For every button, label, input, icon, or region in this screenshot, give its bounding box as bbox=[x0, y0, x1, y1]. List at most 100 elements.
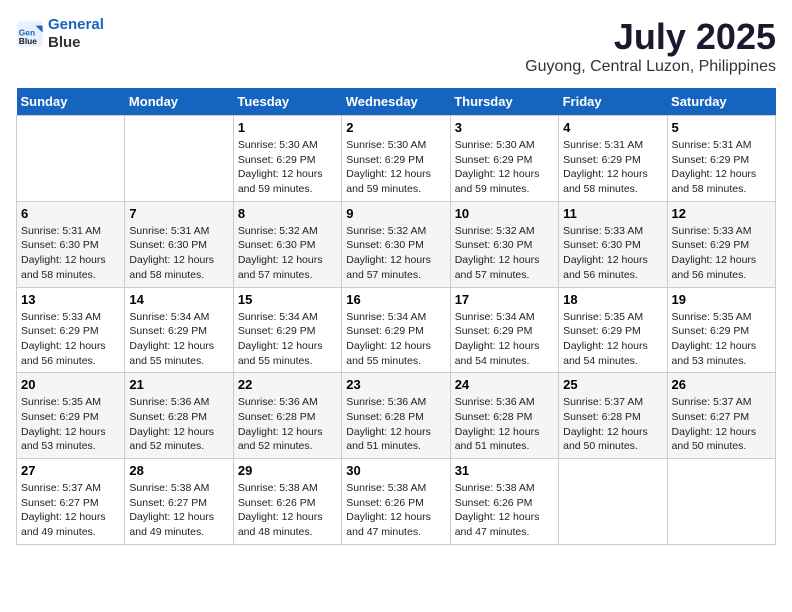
day-number: 22 bbox=[238, 377, 337, 392]
day-of-week-cell: Wednesday bbox=[342, 88, 450, 116]
day-number: 23 bbox=[346, 377, 445, 392]
day-of-week-cell: Sunday bbox=[17, 88, 125, 116]
day-number: 10 bbox=[455, 206, 554, 221]
day-info: Sunrise: 5:36 AM Sunset: 6:28 PM Dayligh… bbox=[455, 395, 554, 454]
calendar-week-row: 20 Sunrise: 5:35 AM Sunset: 6:29 PM Dayli… bbox=[17, 373, 776, 459]
calendar-day-cell bbox=[125, 116, 233, 202]
day-number: 6 bbox=[21, 206, 120, 221]
calendar-day-cell: 5Sunrise: 5:31 AM Sunset: 6:29 PM Daylig… bbox=[667, 116, 775, 202]
day-info: Sunrise: 5:38 AM Sunset: 6:26 PM Dayligh… bbox=[346, 481, 445, 540]
day-info: Sunrise: 5:36 AM Sunset: 6:28 PM Dayligh… bbox=[129, 395, 228, 454]
calendar-day-cell: 10 Sunrise: 5:32 AM Sunset: 6:30 PM Dayli… bbox=[450, 201, 558, 287]
calendar-day-cell: 9 Sunrise: 5:32 AM Sunset: 6:30 PM Daylig… bbox=[342, 201, 450, 287]
day-info: Sunrise: 5:38 AM Sunset: 6:26 PM Dayligh… bbox=[455, 481, 554, 540]
day-info: Sunrise: 5:33 AM Sunset: 6:29 PM Dayligh… bbox=[672, 224, 771, 283]
day-info: Sunrise: 5:31 AM Sunset: 6:30 PM Dayligh… bbox=[129, 224, 228, 283]
day-number: 13 bbox=[21, 292, 120, 307]
day-number: 17 bbox=[455, 292, 554, 307]
day-info: Sunrise: 5:36 AM Sunset: 6:28 PM Dayligh… bbox=[346, 395, 445, 454]
day-number: 27 bbox=[21, 463, 120, 478]
calendar-week-row: 1 Sunrise: 5:30 AM Sunset: 6:29 PM Daylig… bbox=[17, 116, 776, 202]
calendar-day-cell: 2 Sunrise: 5:30 AM Sunset: 6:29 PM Daylig… bbox=[342, 116, 450, 202]
calendar-week-row: 27 Sunrise: 5:37 AM Sunset: 6:27 PM Dayli… bbox=[17, 459, 776, 545]
day-info: Sunrise: 5:30 AM Sunset: 6:29 PM Dayligh… bbox=[455, 138, 554, 197]
calendar-day-cell: 28 Sunrise: 5:38 AM Sunset: 6:27 PM Dayli… bbox=[125, 459, 233, 545]
calendar-day-cell: 1 Sunrise: 5:30 AM Sunset: 6:29 PM Daylig… bbox=[233, 116, 341, 202]
calendar-day-cell: 20 Sunrise: 5:35 AM Sunset: 6:29 PM Dayli… bbox=[17, 373, 125, 459]
day-info: Sunrise: 5:35 AM Sunset: 6:29 PM Dayligh… bbox=[21, 395, 120, 454]
day-of-week-cell: Friday bbox=[559, 88, 667, 116]
day-info: Sunrise: 5:32 AM Sunset: 6:30 PM Dayligh… bbox=[455, 224, 554, 283]
day-number: 7 bbox=[129, 206, 228, 221]
calendar-day-cell: 30 Sunrise: 5:38 AM Sunset: 6:26 PM Dayli… bbox=[342, 459, 450, 545]
calendar-day-cell: 19Sunrise: 5:35 AM Sunset: 6:29 PM Dayli… bbox=[667, 287, 775, 373]
day-number: 2 bbox=[346, 120, 445, 135]
day-number: 5 bbox=[672, 120, 771, 135]
day-info: Sunrise: 5:37 AM Sunset: 6:27 PM Dayligh… bbox=[21, 481, 120, 540]
day-of-week-cell: Saturday bbox=[667, 88, 775, 116]
day-info: Sunrise: 5:34 AM Sunset: 6:29 PM Dayligh… bbox=[129, 310, 228, 369]
svg-text:Blue: Blue bbox=[19, 36, 37, 46]
day-info: Sunrise: 5:37 AM Sunset: 6:28 PM Dayligh… bbox=[563, 395, 662, 454]
calendar-day-cell: 6Sunrise: 5:31 AM Sunset: 6:30 PM Daylig… bbox=[17, 201, 125, 287]
day-number: 28 bbox=[129, 463, 228, 478]
day-info: Sunrise: 5:35 AM Sunset: 6:29 PM Dayligh… bbox=[563, 310, 662, 369]
day-info: Sunrise: 5:33 AM Sunset: 6:30 PM Dayligh… bbox=[563, 224, 662, 283]
day-of-week-cell: Monday bbox=[125, 88, 233, 116]
day-number: 25 bbox=[563, 377, 662, 392]
day-info: Sunrise: 5:33 AM Sunset: 6:29 PM Dayligh… bbox=[21, 310, 120, 369]
day-of-week-header: SundayMondayTuesdayWednesdayThursdayFrid… bbox=[17, 88, 776, 116]
day-info: Sunrise: 5:37 AM Sunset: 6:27 PM Dayligh… bbox=[672, 395, 771, 454]
calendar-table: SundayMondayTuesdayWednesdayThursdayFrid… bbox=[16, 88, 776, 545]
day-number: 21 bbox=[129, 377, 228, 392]
day-info: Sunrise: 5:34 AM Sunset: 6:29 PM Dayligh… bbox=[455, 310, 554, 369]
day-number: 9 bbox=[346, 206, 445, 221]
day-number: 26 bbox=[672, 377, 771, 392]
day-info: Sunrise: 5:30 AM Sunset: 6:29 PM Dayligh… bbox=[238, 138, 337, 197]
day-info: Sunrise: 5:36 AM Sunset: 6:28 PM Dayligh… bbox=[238, 395, 337, 454]
logo-icon: Gen Blue bbox=[16, 20, 44, 48]
day-info: Sunrise: 5:32 AM Sunset: 6:30 PM Dayligh… bbox=[238, 224, 337, 283]
calendar-day-cell: 31 Sunrise: 5:38 AM Sunset: 6:26 PM Dayli… bbox=[450, 459, 558, 545]
calendar-day-cell: 18 Sunrise: 5:35 AM Sunset: 6:29 PM Dayli… bbox=[559, 287, 667, 373]
logo-text: GeneralBlue bbox=[48, 16, 104, 52]
day-number: 18 bbox=[563, 292, 662, 307]
calendar-day-cell: 13 Sunrise: 5:33 AM Sunset: 6:29 PM Dayli… bbox=[17, 287, 125, 373]
calendar-day-cell bbox=[559, 459, 667, 545]
day-info: Sunrise: 5:32 AM Sunset: 6:30 PM Dayligh… bbox=[346, 224, 445, 283]
calendar-day-cell: 24Sunrise: 5:36 AM Sunset: 6:28 PM Dayli… bbox=[450, 373, 558, 459]
day-number: 3 bbox=[455, 120, 554, 135]
day-number: 4 bbox=[563, 120, 662, 135]
day-of-week-cell: Tuesday bbox=[233, 88, 341, 116]
day-info: Sunrise: 5:30 AM Sunset: 6:29 PM Dayligh… bbox=[346, 138, 445, 197]
day-number: 11 bbox=[563, 206, 662, 221]
calendar-day-cell: 23 Sunrise: 5:36 AM Sunset: 6:28 PM Dayli… bbox=[342, 373, 450, 459]
calendar-week-row: 6 Sunrise: 5:31 AM Sunset: 6:30 PM Daylig… bbox=[17, 201, 776, 287]
day-number: 30 bbox=[346, 463, 445, 478]
day-number: 31 bbox=[455, 463, 554, 478]
day-number: 29 bbox=[238, 463, 337, 478]
calendar-day-cell: 14 Sunrise: 5:34 AM Sunset: 6:29 PM Dayli… bbox=[125, 287, 233, 373]
day-info: Sunrise: 5:31 AM Sunset: 6:29 PM Dayligh… bbox=[563, 138, 662, 197]
calendar-day-cell: 16Sunrise: 5:34 AM Sunset: 6:29 PM Dayli… bbox=[342, 287, 450, 373]
calendar-day-cell: 22 Sunrise: 5:36 AM Sunset: 6:28 PM Dayli… bbox=[233, 373, 341, 459]
calendar-day-cell: 27 Sunrise: 5:37 AM Sunset: 6:27 PM Dayli… bbox=[17, 459, 125, 545]
day-number: 14 bbox=[129, 292, 228, 307]
calendar-week-row: 13 Sunrise: 5:33 AM Sunset: 6:29 PM Dayli… bbox=[17, 287, 776, 373]
day-info: Sunrise: 5:38 AM Sunset: 6:27 PM Dayligh… bbox=[129, 481, 228, 540]
day-of-week-cell: Thursday bbox=[450, 88, 558, 116]
calendar-day-cell: 26 Sunrise: 5:37 AM Sunset: 6:27 PM Dayli… bbox=[667, 373, 775, 459]
page-header: Gen Blue GeneralBlue July 2025 Guyong, C… bbox=[16, 16, 776, 76]
calendar-day-cell: 11 Sunrise: 5:33 AM Sunset: 6:30 PM Dayli… bbox=[559, 201, 667, 287]
subtitle: Guyong, Central Luzon, Philippines bbox=[525, 58, 776, 76]
title-block: July 2025 Guyong, Central Luzon, Philipp… bbox=[525, 16, 776, 76]
calendar-day-cell: 17 Sunrise: 5:34 AM Sunset: 6:29 PM Dayli… bbox=[450, 287, 558, 373]
calendar-day-cell: 15 Sunrise: 5:34 AM Sunset: 6:29 PM Dayli… bbox=[233, 287, 341, 373]
day-number: 20 bbox=[21, 377, 120, 392]
logo: Gen Blue GeneralBlue bbox=[16, 16, 104, 52]
day-number: 16 bbox=[346, 292, 445, 307]
day-number: 1 bbox=[238, 120, 337, 135]
day-info: Sunrise: 5:34 AM Sunset: 6:29 PM Dayligh… bbox=[238, 310, 337, 369]
day-info: Sunrise: 5:38 AM Sunset: 6:26 PM Dayligh… bbox=[238, 481, 337, 540]
day-number: 15 bbox=[238, 292, 337, 307]
